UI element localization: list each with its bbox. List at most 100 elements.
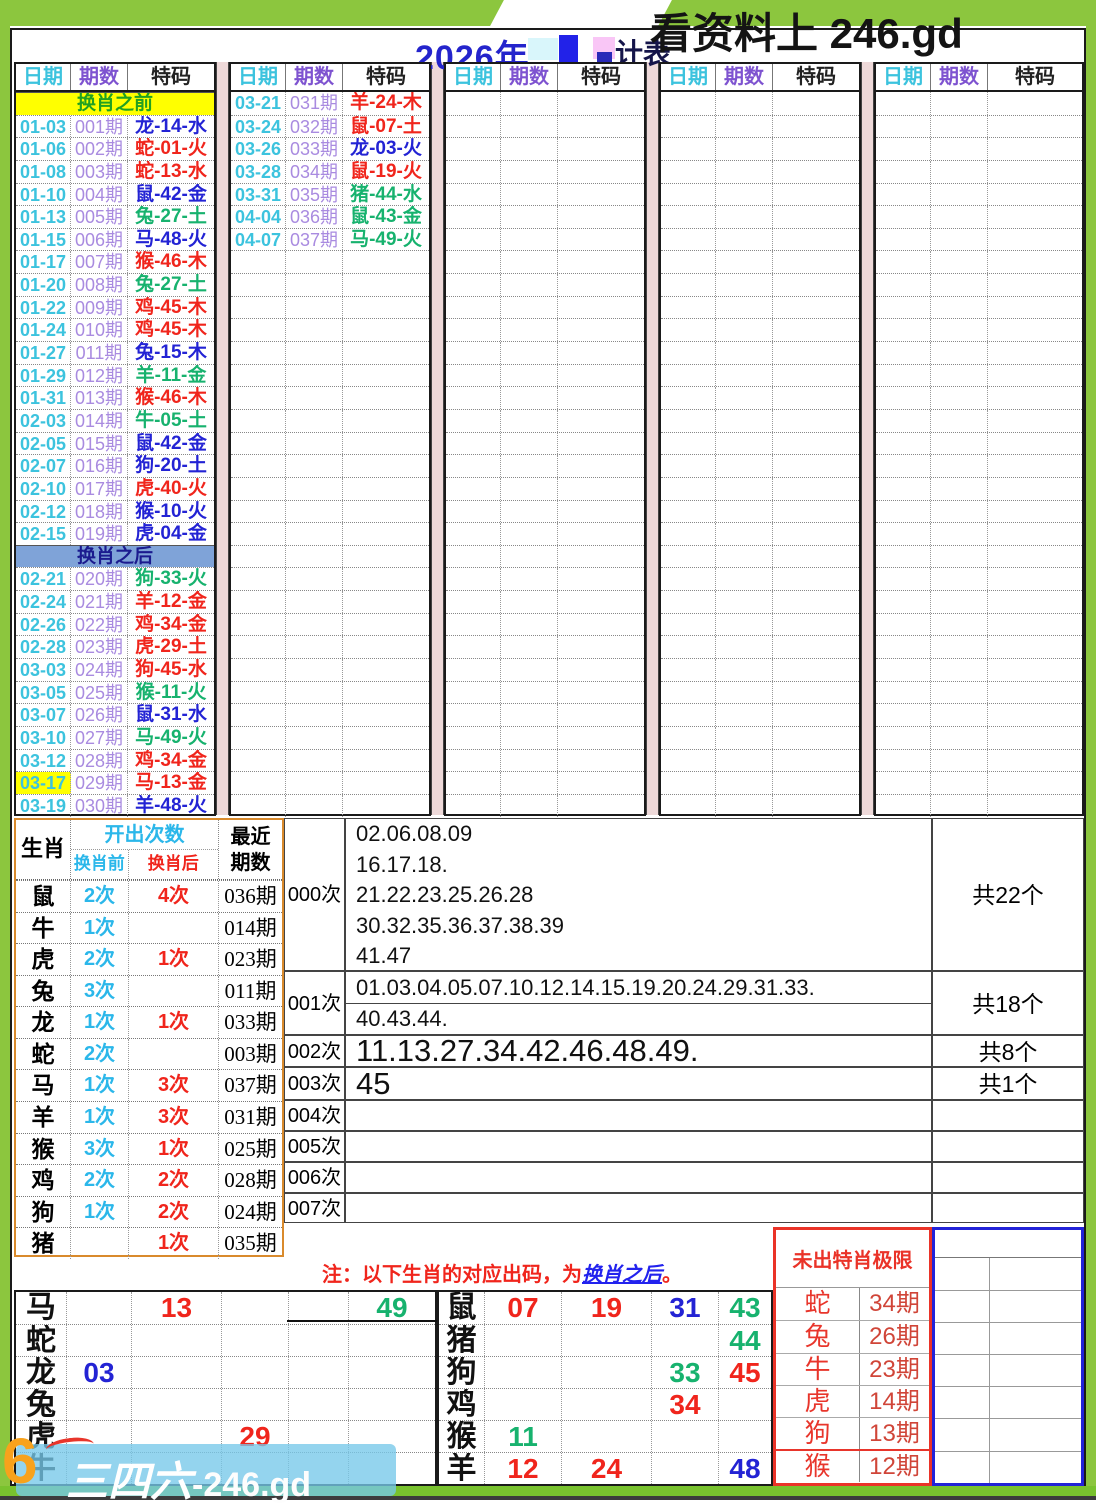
date-cell — [446, 161, 501, 183]
date-cell — [876, 116, 931, 138]
limit-row: 虎14期 — [776, 1385, 929, 1417]
code-cell: 狗-45-水 — [128, 659, 214, 681]
table-row — [876, 500, 1082, 523]
period-cell — [286, 546, 343, 568]
period-cell: 018期 — [71, 501, 128, 523]
code-cell — [988, 478, 1082, 500]
numbers-line: 02.06.08.09 — [356, 819, 931, 850]
code-cell — [343, 727, 429, 749]
stats-row: 龙1次1次033期 — [16, 1006, 282, 1038]
date-cell — [661, 365, 716, 387]
table-row — [231, 771, 429, 794]
blue-box-cell — [935, 1387, 990, 1418]
code-cell: 鼠-07-土 — [343, 116, 429, 138]
date-cell: 02-15 — [16, 523, 71, 545]
grid-row: 龙03 — [16, 1356, 435, 1388]
grid-zodiac: 马 — [16, 1292, 67, 1324]
total-cell — [932, 1193, 1084, 1223]
stats-zodiac-cell: 鼠 — [16, 881, 71, 912]
period-cell: 005期 — [71, 206, 128, 228]
grid-row: 鸡34 — [439, 1388, 771, 1420]
period-cell — [286, 251, 343, 273]
stats-row: 兔3次011期 — [16, 975, 282, 1007]
period-cell — [286, 319, 343, 341]
code-cell: 牛-05-土 — [128, 410, 214, 432]
table-row: 01-08003期蛇-13-水 — [16, 160, 214, 183]
period-cell — [716, 591, 773, 613]
period-cell — [716, 229, 773, 251]
table-row — [661, 726, 859, 749]
stats-row: 狗1次2次024期 — [16, 1196, 282, 1228]
date-cell: 03-12 — [16, 750, 71, 772]
period-cell — [931, 365, 988, 387]
group-header-row: 日期期数特码 — [661, 64, 859, 92]
date-cell: 03-26 — [231, 138, 286, 160]
count-before-cell: 2次 — [71, 944, 129, 975]
period-cell — [931, 319, 988, 341]
code-cell — [343, 704, 429, 726]
date-cell — [876, 274, 931, 296]
grid-zodiac: 羊 — [439, 1453, 485, 1484]
code-cell — [773, 184, 859, 206]
date-cell — [876, 795, 931, 817]
date-cell — [661, 274, 716, 296]
table-row: 04-04036期鼠-43-金 — [231, 205, 429, 228]
recent-period-cell: 035期 — [219, 1228, 282, 1259]
stats-row: 鸡2次2次028期 — [16, 1164, 282, 1196]
code-cell — [988, 433, 1082, 455]
code-cell: 兔-15-木 — [128, 342, 214, 364]
period-cell — [501, 455, 558, 477]
date-cell — [446, 795, 501, 817]
period-cell — [716, 614, 773, 636]
period-cell — [716, 184, 773, 206]
date-cell: 01-15 — [16, 229, 71, 251]
grid-row: 蛇 — [16, 1324, 435, 1356]
table-row — [661, 749, 859, 772]
code-cell — [988, 568, 1082, 590]
date-cell — [661, 523, 716, 545]
period-cell: 015期 — [71, 433, 128, 455]
grid-row: 猴11 — [439, 1420, 771, 1452]
code-cell — [988, 727, 1082, 749]
column-header: 日期 — [446, 64, 501, 90]
date-cell: 01-13 — [16, 206, 71, 228]
date-cell — [446, 682, 501, 704]
date-cell — [231, 795, 286, 817]
numbers-cell: 45 — [345, 1067, 932, 1100]
column-header: 特码 — [988, 64, 1082, 90]
code-cell: 虎-29-土 — [128, 636, 214, 658]
limit-row: 兔26期 — [776, 1320, 929, 1352]
period-cell: 026期 — [71, 704, 128, 726]
table-row: 01-24010期鸡-45-木 — [16, 318, 214, 341]
blue-box-cell — [935, 1355, 990, 1386]
blue-box-row — [935, 1354, 1081, 1386]
date-cell: 02-10 — [16, 478, 71, 500]
code-cell — [558, 478, 644, 500]
date-cell: 03-21 — [231, 92, 286, 115]
table-row: 01-10004期鼠-42-金 — [16, 183, 214, 206]
period-cell — [716, 251, 773, 273]
grid-number-cell: 48 — [719, 1453, 771, 1484]
code-cell — [773, 342, 859, 364]
code-cell — [988, 319, 1082, 341]
table-row — [876, 658, 1082, 681]
code-cell — [773, 614, 859, 636]
recent-period-cell: 031期 — [219, 1102, 282, 1133]
date-cell — [446, 410, 501, 432]
code-cell — [988, 659, 1082, 681]
period-cell — [931, 455, 988, 477]
code-cell — [343, 319, 429, 341]
period-cell — [931, 614, 988, 636]
table-row — [661, 703, 859, 726]
period-cell: 012期 — [71, 365, 128, 387]
period-cell: 007期 — [71, 251, 128, 273]
code-cell — [988, 410, 1082, 432]
date-cell — [446, 297, 501, 319]
date-cell — [661, 229, 716, 251]
period-cell — [286, 727, 343, 749]
grid-number-cell: 03 — [67, 1357, 132, 1388]
date-cell: 01-08 — [16, 161, 71, 183]
code-cell — [558, 274, 644, 296]
grid-number-cell — [222, 1292, 289, 1324]
date-cell — [661, 184, 716, 206]
